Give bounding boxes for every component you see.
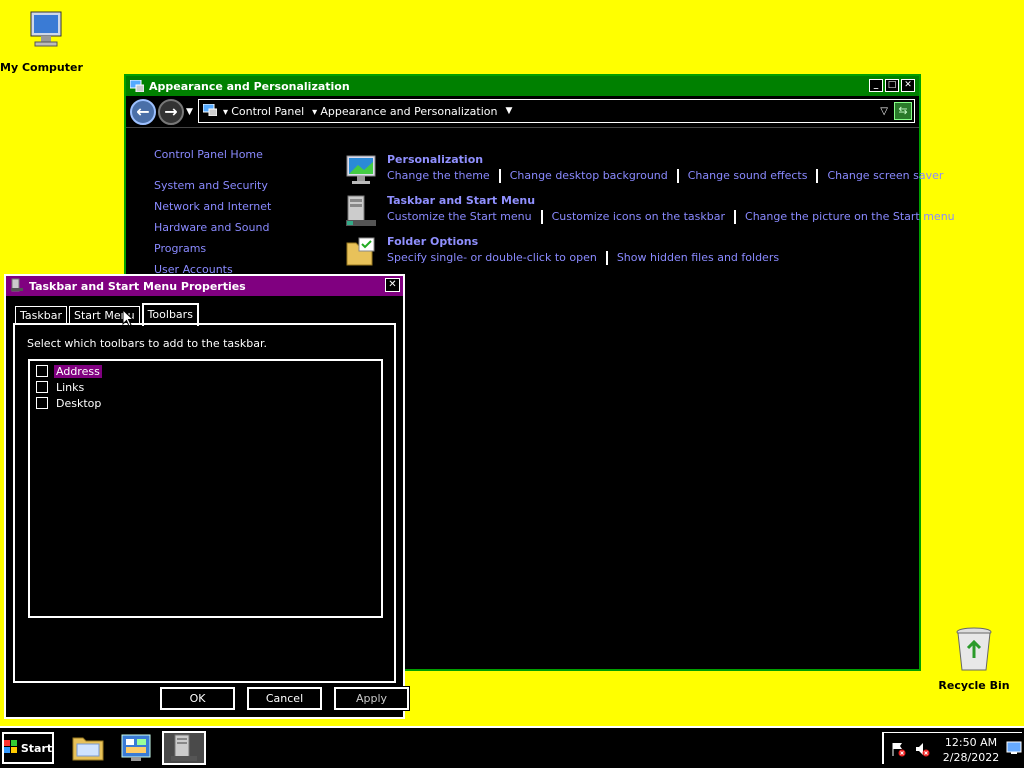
history-dropdown-icon[interactable]: ▼ — [186, 107, 193, 117]
forward-button[interactable]: → — [158, 98, 184, 125]
left-navigation: Control Panel Home System and Security N… — [154, 148, 271, 284]
dialog-tabs: Taskbar Start Menu Toolbars — [15, 302, 201, 326]
folder-options-title[interactable]: Folder Options — [387, 235, 478, 248]
refresh-icon: ⇆ — [898, 104, 908, 117]
taskbar-properties-button[interactable] — [162, 731, 206, 765]
my-computer-label: My Computer — [0, 61, 83, 74]
address-bar: ← → ▼ Control Panel Appearance and Perso… — [126, 96, 919, 128]
windows-logo-icon — [3, 739, 18, 757]
close-button[interactable]: ✕ — [901, 79, 915, 92]
toolbar-item-desktop[interactable]: Desktop — [32, 395, 379, 411]
system-tray: 12:50 AM 2/28/2022 — [882, 732, 1022, 764]
folder-options-icon — [344, 235, 378, 269]
nav-programs[interactable]: Programs — [154, 242, 271, 255]
toolbar-item-address[interactable]: Address — [32, 363, 379, 379]
control-panel-icon — [129, 79, 145, 93]
close-icon: ✕ — [388, 279, 397, 290]
taskbar: Start 12:50 AM 2/28/2022 — [0, 726, 1024, 768]
dialog-title-icon — [10, 278, 24, 295]
control-panel-small-icon — [202, 103, 218, 119]
folder-options-links: Specify single- or double-click to open … — [387, 251, 779, 265]
control-panel-title: Appearance and Personalization — [149, 79, 350, 93]
start-label: Start — [20, 741, 53, 755]
clock-date: 2/28/2022 — [942, 751, 1000, 764]
breadcrumb-appearance[interactable]: Appearance and Personalization — [312, 105, 497, 118]
personalization-icon — [344, 153, 378, 187]
breadcrumb-control-panel[interactable]: Control Panel — [223, 105, 304, 118]
link-customize-start-menu[interactable]: Customize the Start menu — [387, 210, 532, 224]
breadcrumb-dropdown-icon[interactable]: ▼ — [505, 106, 512, 116]
personalization-title[interactable]: Personalization — [387, 153, 483, 166]
address-checkbox[interactable] — [36, 365, 48, 377]
dialog-titlebar[interactable]: Taskbar and Start Menu Properties ✕ — [6, 276, 403, 296]
nav-network-internet[interactable]: Network and Internet — [154, 200, 271, 213]
clock[interactable]: 12:50 AM 2/28/2022 — [936, 735, 1006, 765]
taskbar-properties-dialog: Taskbar and Start Menu Properties ✕ Task… — [4, 274, 410, 719]
control-panel-titlebar[interactable]: Appearance and Personalization _ □ ✕ — [126, 76, 919, 96]
forward-arrow-icon: → — [164, 102, 178, 121]
action-center-flag-icon[interactable] — [890, 741, 906, 760]
control-panel-home-link[interactable]: Control Panel Home — [154, 148, 271, 161]
toolbar-label-links: Links — [56, 380, 85, 394]
back-button[interactable]: ← — [130, 98, 156, 125]
nav-system-security[interactable]: System and Security — [154, 179, 271, 192]
toolbars-instruction: Select which toolbars to add to the task… — [27, 337, 267, 350]
apply-button[interactable]: Apply — [333, 686, 410, 711]
link-change-sounds[interactable]: Change sound effects — [688, 169, 808, 183]
toolbar-label-desktop: Desktop — [56, 396, 102, 410]
taskbar-links: Customize the Start menu Customize icons… — [387, 210, 955, 224]
links-checkbox[interactable] — [36, 381, 48, 393]
mouse-cursor-icon — [122, 308, 135, 330]
start-button[interactable]: Start — [2, 732, 54, 764]
link-change-theme[interactable]: Change the theme — [387, 169, 490, 183]
computer-icon — [30, 11, 62, 47]
link-single-double-click[interactable]: Specify single- or double-click to open — [387, 251, 597, 265]
taskbar-properties-icon — [171, 734, 197, 761]
folder-icon — [72, 737, 104, 761]
link-change-start-picture[interactable]: Change the picture on the Start menu — [745, 210, 955, 224]
volume-muted-icon[interactable] — [914, 741, 930, 760]
control-panel-taskbar-icon — [121, 734, 151, 761]
address-dropdown-icon[interactable]: ▽ — [880, 106, 888, 117]
toolbars-tab-panel: Select which toolbars to add to the task… — [13, 323, 396, 683]
clock-time: 12:50 AM — [944, 736, 998, 749]
link-change-background[interactable]: Change desktop background — [510, 169, 668, 183]
dialog-title: Taskbar and Start Menu Properties — [29, 279, 246, 293]
minimize-button[interactable]: _ — [869, 79, 883, 92]
taskbar-control-panel-button[interactable] — [114, 731, 158, 765]
cancel-button[interactable]: Cancel — [246, 686, 323, 711]
personalization-links: Change the theme Change desktop backgrou… — [387, 169, 943, 183]
nav-hardware-sound[interactable]: Hardware and Sound — [154, 221, 271, 234]
taskbar-explorer-button[interactable] — [66, 731, 110, 765]
dialog-close-button[interactable]: ✕ — [385, 278, 400, 292]
toolbar-item-links[interactable]: Links — [32, 379, 379, 395]
link-change-screensaver[interactable]: Change screen saver — [827, 169, 943, 183]
link-customize-taskbar-icons[interactable]: Customize icons on the taskbar — [552, 210, 725, 224]
address-box[interactable]: Control Panel Appearance and Personaliza… — [198, 99, 915, 123]
link-show-hidden-files[interactable]: Show hidden files and folders — [617, 251, 779, 265]
taskbar-start-menu-title[interactable]: Taskbar and Start Menu — [387, 194, 535, 207]
show-desktop-icon[interactable] — [1006, 741, 1022, 758]
recycle-bin-icon — [956, 627, 992, 671]
back-arrow-icon: ← — [136, 102, 150, 121]
desktop-checkbox[interactable] — [36, 397, 48, 409]
refresh-button[interactable]: ⇆ — [894, 102, 912, 120]
recycle-bin-label: Recycle Bin — [938, 679, 1010, 692]
ok-button[interactable]: OK — [159, 686, 236, 711]
dialog-buttons: OK Cancel Apply — [159, 686, 410, 711]
my-computer-desktop-icon[interactable]: My Computer — [0, 8, 83, 74]
maximize-button[interactable]: □ — [885, 79, 899, 92]
toolbars-list[interactable]: Address Links Desktop — [28, 359, 383, 618]
recycle-bin-desktop-icon[interactable]: Recycle Bin — [934, 626, 1014, 692]
taskbar-icon — [344, 194, 378, 228]
toolbar-label-address: Address — [54, 364, 102, 378]
